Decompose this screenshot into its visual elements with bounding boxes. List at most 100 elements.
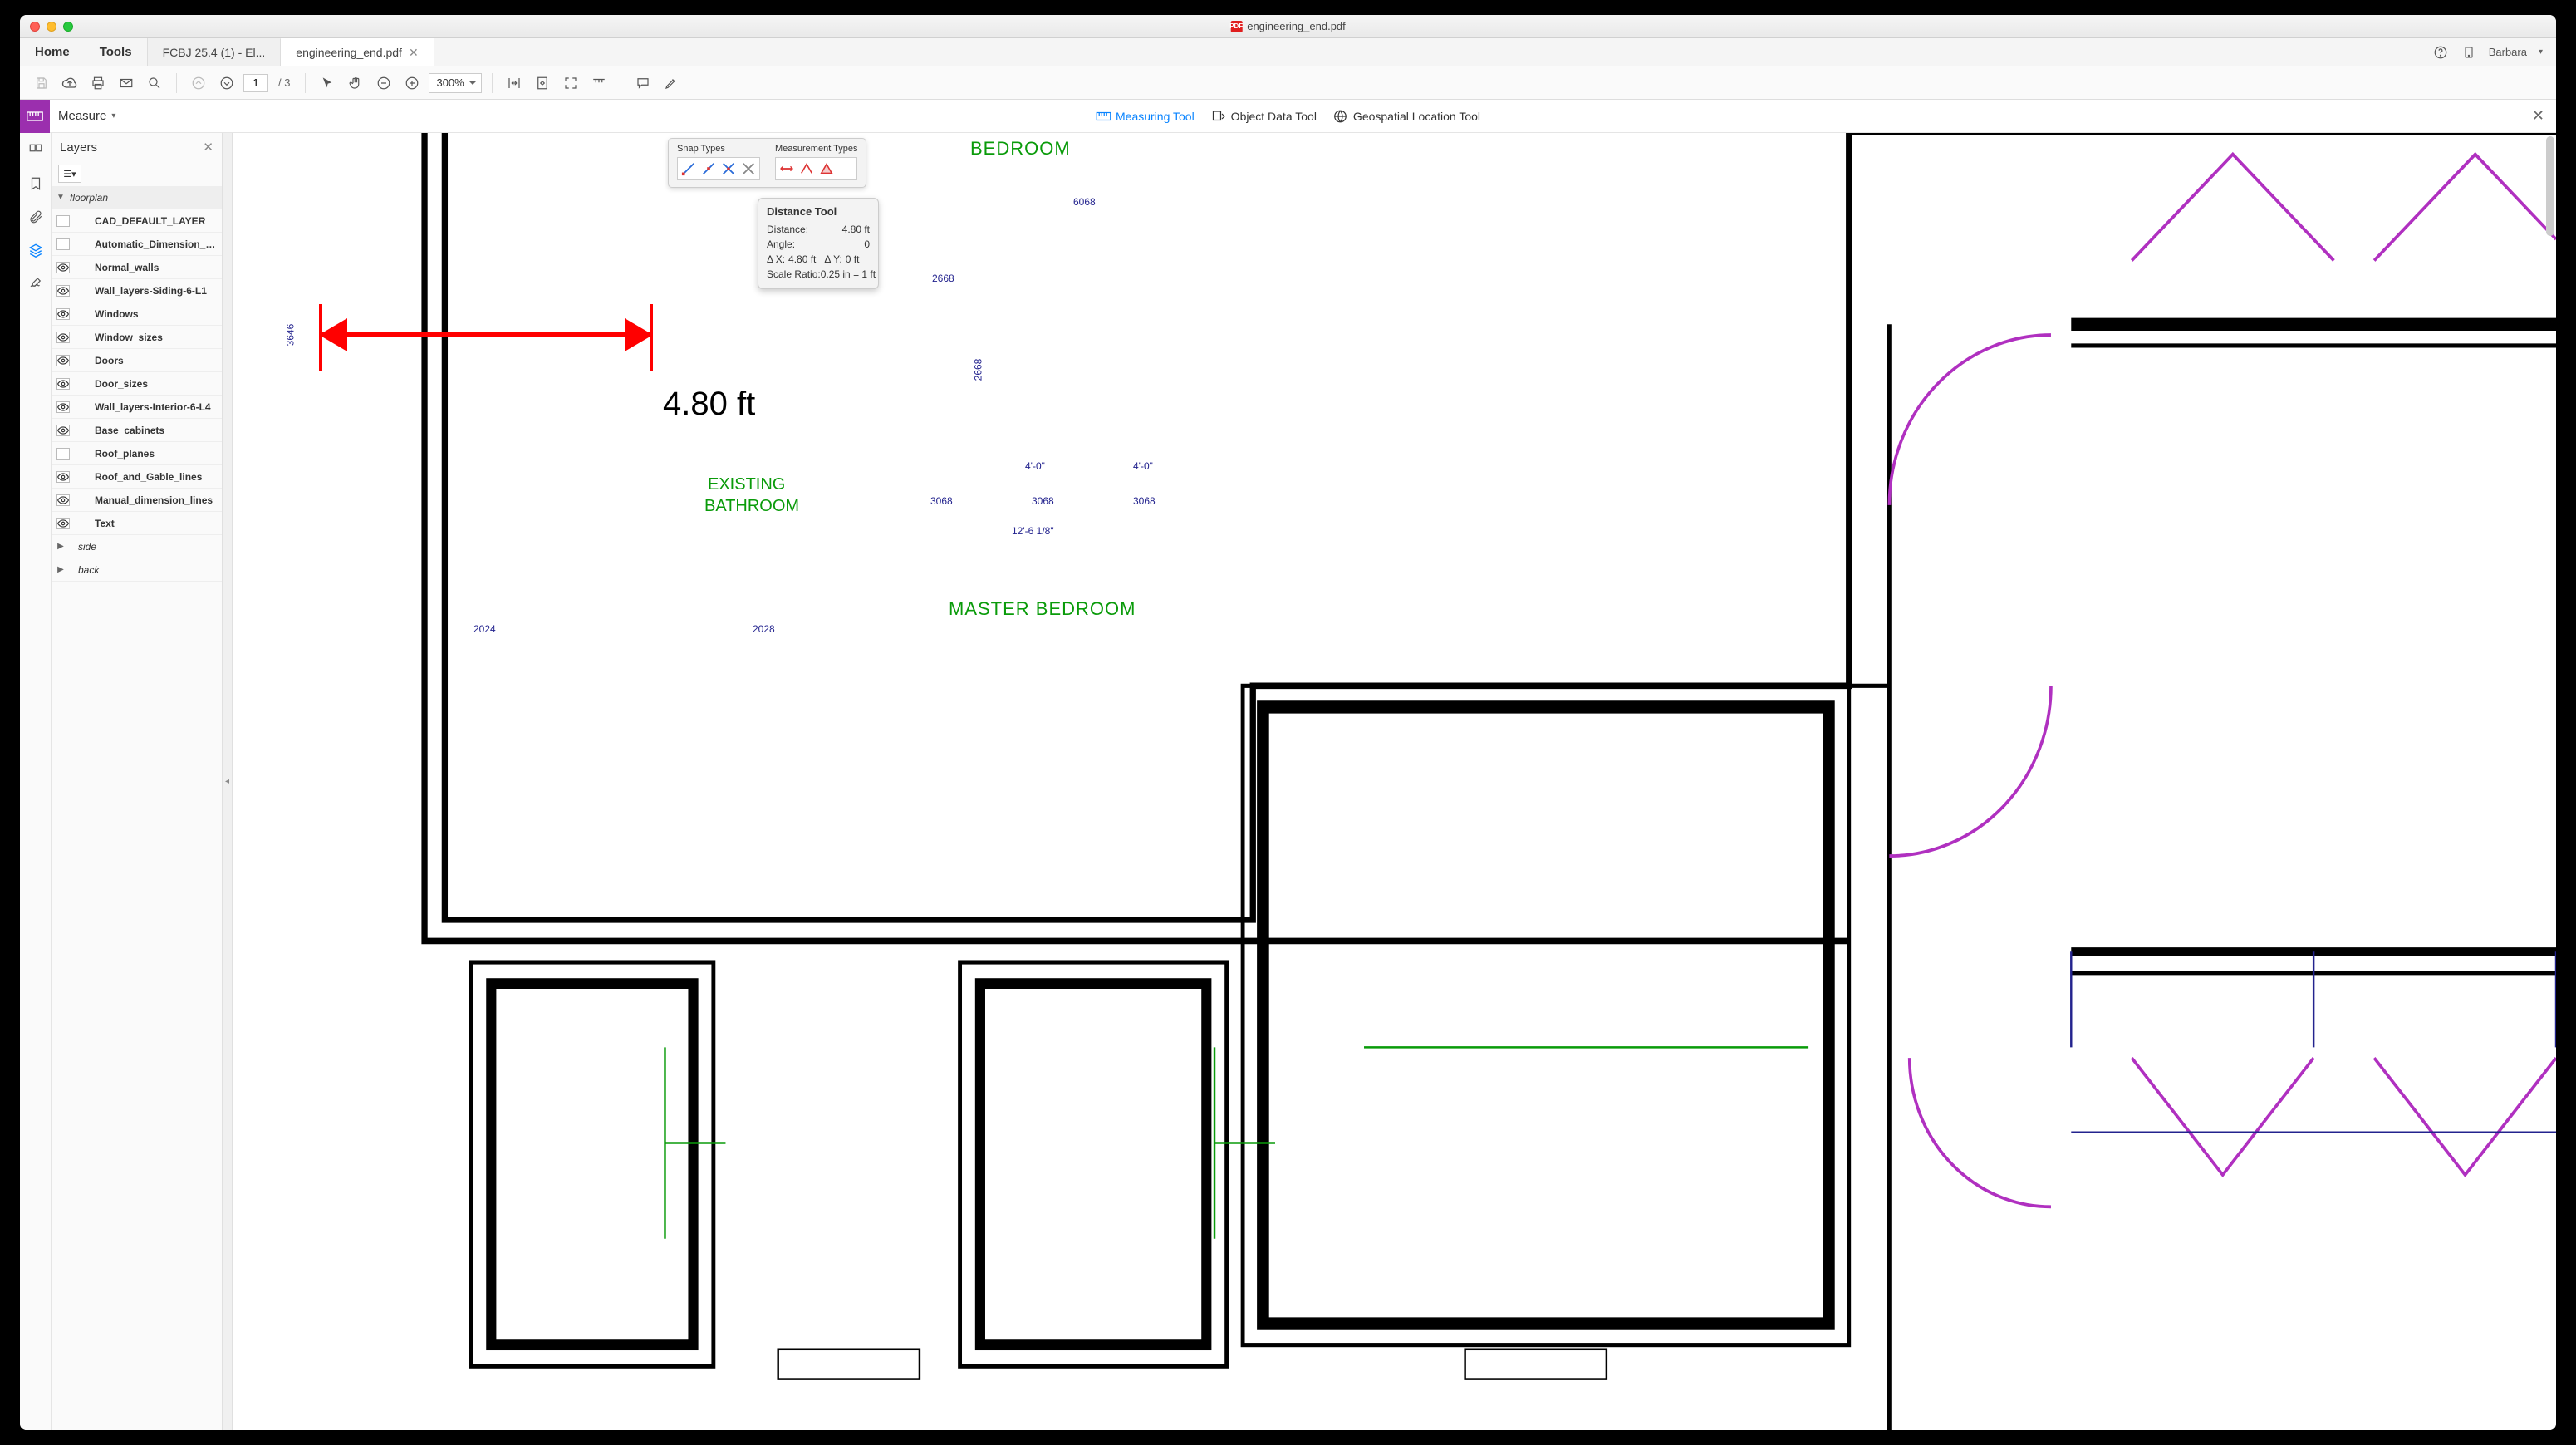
area-type-icon[interactable] xyxy=(817,160,836,178)
layer-visibility-toggle[interactable] xyxy=(56,262,70,273)
layer-row[interactable]: Wall_layers-Siding-6-L1 xyxy=(52,279,222,302)
page-number-input[interactable] xyxy=(243,74,268,92)
layer-visibility-toggle[interactable] xyxy=(56,238,70,250)
layer-row[interactable]: Doors xyxy=(52,349,222,372)
page-down-icon[interactable] xyxy=(215,71,238,95)
layer-visibility-toggle[interactable] xyxy=(56,285,70,297)
email-icon[interactable] xyxy=(115,71,138,95)
layer-row[interactable]: Wall_layers-Interior-6-L4 xyxy=(52,396,222,419)
layer-row[interactable]: Windows xyxy=(52,302,222,326)
save-icon[interactable] xyxy=(30,71,53,95)
fit-page-icon[interactable] xyxy=(531,71,554,95)
measuring-tool-button[interactable]: Measuring Tool xyxy=(1096,110,1195,123)
search-icon[interactable] xyxy=(143,71,166,95)
geospatial-tool-button[interactable]: Geospatial Location Tool xyxy=(1333,109,1480,124)
layer-visibility-toggle[interactable] xyxy=(56,401,70,413)
layer-row[interactable]: CAD_DEFAULT_LAYER xyxy=(52,209,222,233)
highlight-icon[interactable] xyxy=(660,71,683,95)
layer-row[interactable]: Manual_dimension_lines xyxy=(52,489,222,512)
dim-2668a: 2668 xyxy=(932,273,954,284)
dim-3068c: 3068 xyxy=(1133,495,1156,507)
disclosure-icon[interactable]: ▶ xyxy=(56,565,65,574)
disclosure-icon[interactable]: ▶ xyxy=(56,542,65,551)
collapse-panel-handle[interactable]: ◂ xyxy=(223,133,233,1430)
minimize-window-icon[interactable] xyxy=(47,22,56,32)
snap-types-toolbar[interactable]: Snap Types Measurement Types xyxy=(668,138,866,188)
home-tab[interactable]: Home xyxy=(20,38,85,66)
snap-intersection-icon[interactable] xyxy=(719,160,738,178)
app-window: PDF engineering_end.pdf Home Tools FCBJ … xyxy=(20,15,2556,1430)
print-icon[interactable] xyxy=(86,71,110,95)
dp-angle-label: Angle: xyxy=(767,237,795,252)
layers-panel-title: Layers xyxy=(60,140,97,155)
document-tab-1[interactable]: engineering_end.pdf ✕ xyxy=(280,37,433,66)
vertical-scrollbar[interactable] xyxy=(2546,136,2554,236)
dp-distance-label: Distance: xyxy=(767,222,808,237)
window-title: PDF engineering_end.pdf xyxy=(1230,20,1346,32)
layer-row[interactable]: Base_cabinets xyxy=(52,419,222,442)
layer-visibility-toggle[interactable] xyxy=(56,471,70,483)
close-window-icon[interactable] xyxy=(30,22,40,32)
signatures-icon[interactable] xyxy=(27,274,45,292)
distance-type-icon[interactable] xyxy=(778,160,796,178)
user-name[interactable]: Barbara xyxy=(2489,46,2527,58)
perimeter-type-icon[interactable] xyxy=(797,160,816,178)
zoom-out-icon[interactable] xyxy=(372,71,395,95)
thumbnails-icon[interactable] xyxy=(27,141,45,160)
help-icon[interactable] xyxy=(2432,44,2449,61)
snap-endpoint-icon[interactable] xyxy=(680,160,698,178)
pointer-icon[interactable] xyxy=(316,71,339,95)
layer-row[interactable]: Roof_planes xyxy=(52,442,222,465)
layer-row[interactable]: Roof_and_Gable_lines xyxy=(52,465,222,489)
measure-dropdown[interactable]: Measure▾ xyxy=(50,109,124,123)
page-up-icon[interactable] xyxy=(187,71,210,95)
zoom-in-icon[interactable] xyxy=(400,71,424,95)
label-bathroom: BATHROOM xyxy=(704,497,799,516)
layers-panel-close-icon[interactable]: ✕ xyxy=(203,140,213,155)
layer-row[interactable]: Door_sizes xyxy=(52,372,222,396)
attachments-icon[interactable] xyxy=(27,208,45,226)
layer-group-collapsed[interactable]: ▶side xyxy=(52,535,222,558)
zoom-select[interactable]: 300% xyxy=(429,73,481,93)
object-data-tool-button[interactable]: Object Data Tool xyxy=(1211,109,1317,124)
layer-row[interactable]: Normal_walls xyxy=(52,256,222,279)
document-tabbar: Home Tools FCBJ 25.4 (1) - El... enginee… xyxy=(20,38,2556,66)
layers-options-button[interactable]: ☰▾ xyxy=(58,165,81,183)
tools-tab[interactable]: Tools xyxy=(85,38,147,66)
layer-row[interactable]: Window_sizes xyxy=(52,326,222,349)
comment-icon[interactable] xyxy=(631,71,655,95)
layer-visibility-toggle[interactable] xyxy=(56,518,70,529)
fullscreen-icon[interactable] xyxy=(559,71,582,95)
layer-group[interactable]: ▼floorplan xyxy=(52,186,222,209)
layers-icon[interactable] xyxy=(27,241,45,259)
hand-pan-icon[interactable] xyxy=(344,71,367,95)
snap-midpoint-icon[interactable] xyxy=(699,160,718,178)
layer-group-collapsed[interactable]: ▶back xyxy=(52,558,222,582)
measure-arrow[interactable] xyxy=(321,332,651,337)
disclosure-icon[interactable]: ▼ xyxy=(56,193,65,202)
layer-visibility-toggle[interactable] xyxy=(56,494,70,506)
document-canvas[interactable]: BEDROOM EXISTING BATHROOM MASTER BEDROOM… xyxy=(233,133,2556,1430)
layer-row[interactable]: Automatic_Dimension_Lin xyxy=(52,233,222,256)
snap-perpendicular-icon[interactable] xyxy=(739,160,758,178)
zoom-window-icon[interactable] xyxy=(63,22,73,32)
layer-visibility-toggle[interactable] xyxy=(56,425,70,436)
layer-visibility-toggle[interactable] xyxy=(56,215,70,227)
bookmarks-icon[interactable] xyxy=(27,174,45,193)
document-tab-0[interactable]: FCBJ 25.4 (1) - El... xyxy=(147,38,281,66)
fit-width-icon[interactable] xyxy=(503,71,526,95)
layer-visibility-toggle[interactable] xyxy=(56,448,70,460)
close-measure-bar-icon[interactable]: ✕ xyxy=(2532,107,2556,125)
layer-visibility-toggle[interactable] xyxy=(56,332,70,343)
user-menu-caret-icon[interactable]: ▾ xyxy=(2539,47,2543,57)
tab-close-icon[interactable]: ✕ xyxy=(409,46,419,60)
distance-tool-panel[interactable]: Distance Tool Distance:4.80 ft Angle:0 Δ… xyxy=(758,198,879,289)
layer-row[interactable]: Text xyxy=(52,512,222,535)
layer-visibility-toggle[interactable] xyxy=(56,355,70,366)
cloud-upload-icon[interactable] xyxy=(58,71,81,95)
layer-visibility-toggle[interactable] xyxy=(56,308,70,320)
read-mode-icon[interactable] xyxy=(587,71,611,95)
layer-visibility-toggle[interactable] xyxy=(56,378,70,390)
notifications-icon[interactable] xyxy=(2461,44,2477,61)
layer-list[interactable]: ▼floorplanCAD_DEFAULT_LAYERAutomatic_Dim… xyxy=(52,186,222,1430)
